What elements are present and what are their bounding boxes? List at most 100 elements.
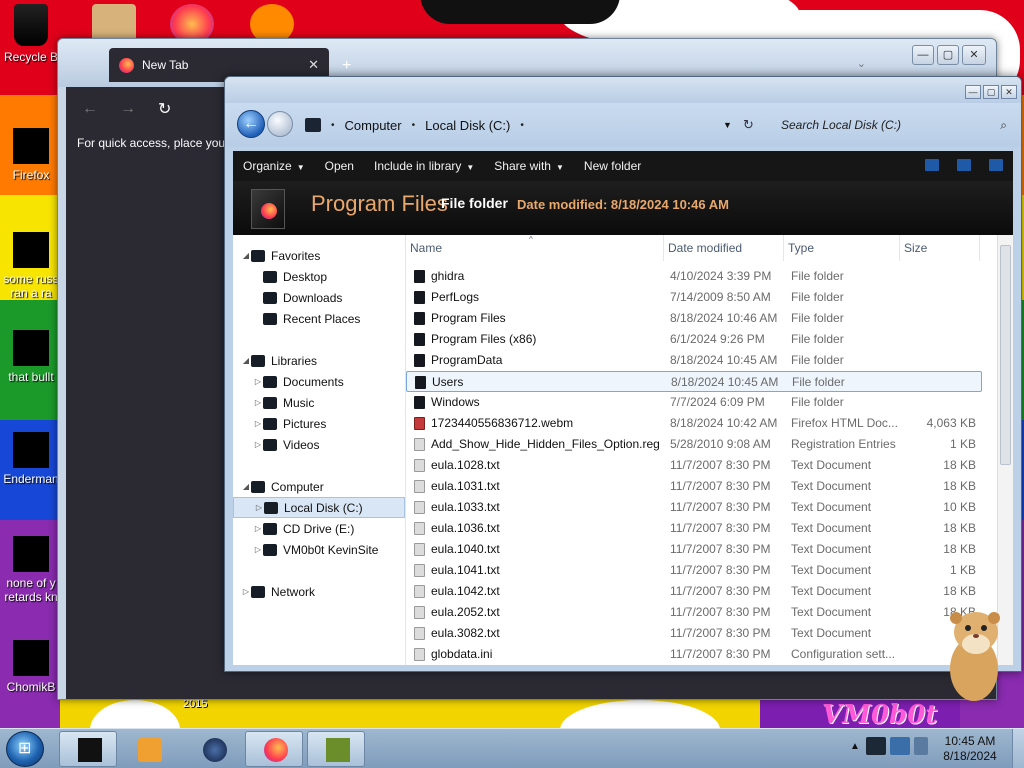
- breadcrumb-separator[interactable]: •: [412, 120, 416, 131]
- network-icon[interactable]: [890, 737, 910, 755]
- taskbar-firefox-button[interactable]: [245, 731, 303, 767]
- nav-item-local-disk-c[interactable]: ▷ Local Disk (C:): [233, 497, 405, 518]
- table-row[interactable]: Add_Show_Hide_Hidden_Files_Option.reg 5/2…: [406, 434, 982, 455]
- table-row[interactable]: eula.1031.txt 11/7/2007 8:30 PM Text Docum…: [406, 476, 982, 497]
- table-row[interactable]: Users 8/18/2024 10:45 AM File folder: [406, 371, 982, 392]
- new-folder-button[interactable]: New folder: [574, 151, 651, 181]
- table-row[interactable]: eula.3082.txt 11/7/2007 8:30 PM Text Docum…: [406, 623, 982, 644]
- expand-arrow-icon[interactable]: ▷: [241, 587, 251, 596]
- maximize-button[interactable]: ▢: [937, 45, 959, 65]
- nav-item-network[interactable]: ▷ Network: [233, 581, 405, 602]
- desktop-icon[interactable]: ChomikB: [0, 640, 62, 694]
- nav-item-music[interactable]: ▷ Music: [233, 392, 405, 413]
- desktop-icon[interactable]: Recycle B: [0, 4, 62, 64]
- address-bar[interactable]: • Computer • Local Disk (C:) •: [305, 112, 755, 138]
- new-tab-button[interactable]: +: [342, 57, 351, 75]
- nav-item-recent-places[interactable]: Recent Places: [233, 308, 405, 329]
- table-row[interactable]: eula.1041.txt 11/7/2007 8:30 PM Text Docum…: [406, 560, 982, 581]
- back-button[interactable]: ←: [237, 110, 265, 138]
- table-row[interactable]: eula.1042.txt 11/7/2007 8:30 PM Text Docum…: [406, 581, 982, 602]
- vertical-scrollbar[interactable]: [997, 235, 1013, 665]
- expand-arrow-icon[interactable]: ◢: [241, 251, 251, 260]
- nav-item-libraries[interactable]: ◢ Libraries: [233, 350, 405, 371]
- search-input[interactable]: Search Local Disk (C:) ⌕: [773, 112, 1013, 138]
- forward-button[interactable]: [267, 111, 293, 137]
- maximize-button[interactable]: ▢: [983, 85, 999, 99]
- tray-app-icon[interactable]: [866, 737, 886, 755]
- close-button[interactable]: ✕: [1001, 85, 1017, 99]
- nav-item-favorites[interactable]: ◢ Favorites: [233, 245, 405, 266]
- expand-arrow-icon[interactable]: ◢: [241, 482, 251, 491]
- forward-arrow-icon[interactable]: →: [120, 100, 136, 118]
- desktop-icon[interactable]: Firefox: [0, 128, 62, 182]
- nav-item-vm0b0t-kevinsite[interactable]: ▷ VM0b0t KevinSite: [233, 539, 405, 560]
- close-button[interactable]: ✕: [962, 45, 986, 65]
- table-row[interactable]: eula.1040.txt 11/7/2007 8:30 PM Text Docum…: [406, 539, 982, 560]
- start-button[interactable]: [6, 731, 44, 767]
- column-header-date[interactable]: Date modified: [664, 235, 784, 261]
- address-dropdown-icon[interactable]: ▼: [723, 120, 732, 130]
- desktop-icon[interactable]: that bullt: [0, 330, 62, 384]
- table-row[interactable]: ghidra 4/10/2024 3:39 PM File folder: [406, 266, 982, 287]
- desktop-icon[interactable]: some russ ran a ra: [0, 232, 62, 300]
- nav-item-documents[interactable]: ▷ Documents: [233, 371, 405, 392]
- organize-button[interactable]: Organize ▼: [233, 151, 315, 181]
- change-view-icon[interactable]: [925, 159, 939, 171]
- table-row[interactable]: eula.2052.txt 11/7/2007 8:30 PM Text Docum…: [406, 602, 982, 623]
- clock[interactable]: 10:45 AM 8/18/2024: [938, 734, 1002, 764]
- volume-icon[interactable]: [914, 737, 928, 755]
- desktop-icon[interactable]: none of y retards kn: [0, 536, 62, 604]
- expand-arrow-icon[interactable]: ▷: [253, 545, 263, 554]
- column-header-size[interactable]: Size: [900, 235, 980, 261]
- scrollbar-thumb[interactable]: [1000, 245, 1011, 465]
- column-header-name[interactable]: Name: [406, 235, 664, 261]
- open-button[interactable]: Open: [315, 151, 364, 181]
- column-header-type[interactable]: Type: [784, 235, 900, 261]
- breadcrumb-local-disk[interactable]: Local Disk (C:): [425, 118, 510, 133]
- reload-icon[interactable]: ↻: [158, 99, 171, 119]
- breadcrumb-separator[interactable]: •: [520, 120, 524, 131]
- back-arrow-icon[interactable]: ←: [82, 100, 98, 118]
- nav-item-videos[interactable]: ▷ Videos: [233, 434, 405, 455]
- taskbar-media-button[interactable]: [119, 731, 177, 767]
- include-in-library-button[interactable]: Include in library ▼: [364, 151, 484, 181]
- list-tabs-chevron-icon[interactable]: ⌄: [857, 57, 866, 70]
- expand-arrow-icon[interactable]: ▷: [253, 419, 263, 428]
- expand-arrow-icon[interactable]: ▷: [254, 503, 264, 512]
- refresh-icon[interactable]: ↻: [743, 117, 754, 133]
- show-hidden-icons-icon[interactable]: ▲: [850, 741, 860, 752]
- table-row[interactable]: Program Files (x86) 6/1/2024 9:26 PM File …: [406, 329, 982, 350]
- show-desktop-button[interactable]: [1012, 729, 1024, 768]
- minimize-button[interactable]: —: [912, 45, 934, 65]
- expand-arrow-icon[interactable]: ▷: [253, 398, 263, 407]
- table-row[interactable]: globdata.ini 11/7/2007 8:30 PM Configurati…: [406, 644, 982, 665]
- explorer-titlebar[interactable]: — ▢ ✕: [225, 77, 1021, 103]
- desktop-icon[interactable]: Enderman: [0, 432, 62, 486]
- minimize-button[interactable]: —: [965, 85, 981, 99]
- table-row[interactable]: eula.1028.txt 11/7/2007 8:30 PM Text Docum…: [406, 455, 982, 476]
- nav-item-cd-drive-e[interactable]: ▷ CD Drive (E:): [233, 518, 405, 539]
- nav-item-computer[interactable]: ◢ Computer: [233, 476, 405, 497]
- taskbar-explorer-button[interactable]: [59, 731, 117, 767]
- close-tab-icon[interactable]: ✕: [308, 57, 319, 73]
- expand-arrow-icon[interactable]: ▷: [253, 524, 263, 533]
- expand-arrow-icon[interactable]: ▷: [253, 377, 263, 386]
- expand-arrow-icon[interactable]: ◢: [241, 356, 251, 365]
- table-row[interactable]: Program Files 8/18/2024 10:46 AM File fold…: [406, 308, 982, 329]
- nav-item-pictures[interactable]: ▷ Pictures: [233, 413, 405, 434]
- table-row[interactable]: Windows 7/7/2024 6:09 PM File folder: [406, 392, 982, 413]
- table-row[interactable]: eula.1036.txt 11/7/2007 8:30 PM Text Docum…: [406, 518, 982, 539]
- nav-item-desktop[interactable]: Desktop: [233, 266, 405, 287]
- table-row[interactable]: 1723440556836712.webm 8/18/2024 10:42 AM F…: [406, 413, 982, 434]
- taskbar-globe-button[interactable]: [184, 731, 242, 767]
- share-with-button[interactable]: Share with ▼: [484, 151, 574, 181]
- preview-pane-icon[interactable]: [957, 159, 971, 171]
- taskbar-box-button[interactable]: [307, 731, 365, 767]
- search-icon[interactable]: ⌕: [1000, 112, 1007, 138]
- breadcrumb-computer[interactable]: Computer: [345, 118, 402, 133]
- expand-arrow-icon[interactable]: ▷: [253, 440, 263, 449]
- help-icon[interactable]: [989, 159, 1003, 171]
- table-row[interactable]: ProgramData 8/18/2024 10:45 AM File folder: [406, 350, 982, 371]
- nav-item-downloads[interactable]: Downloads: [233, 287, 405, 308]
- table-row[interactable]: eula.1033.txt 11/7/2007 8:30 PM Text Docum…: [406, 497, 982, 518]
